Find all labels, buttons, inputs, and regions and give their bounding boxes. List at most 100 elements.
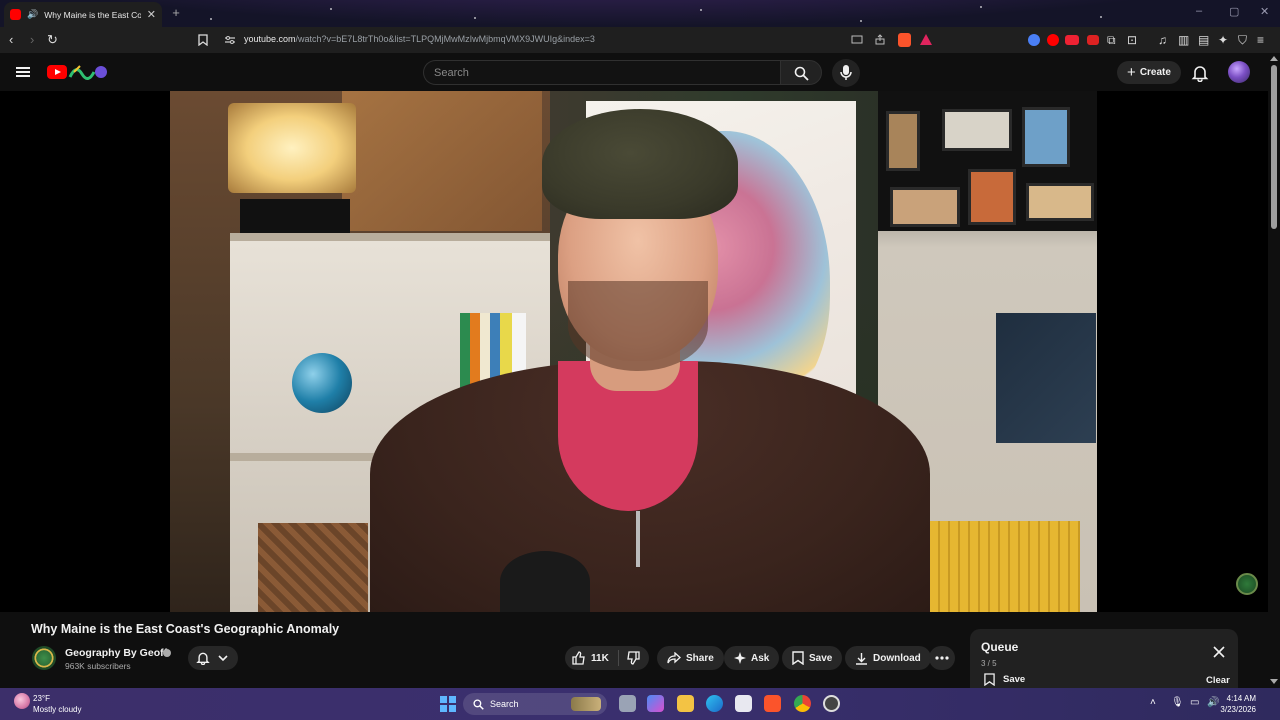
scroll-up-icon[interactable] xyxy=(1270,56,1278,61)
address-bar[interactable]: youtube.com/watch?v=bE7L8trTh0o&list=TLP… xyxy=(190,29,942,51)
like-button[interactable]: 11K xyxy=(565,646,618,670)
queue-position: 3 / 5 xyxy=(981,659,997,668)
like-dislike-group: 11K xyxy=(565,646,649,670)
microphone-icon xyxy=(840,65,852,80)
channel-name[interactable]: Geography By Geoff xyxy=(65,647,167,659)
more-horizontal-icon xyxy=(935,656,949,660)
browser-tab-active[interactable]: 🔊 Why Maine is the East Coast's... ✕ xyxy=(4,2,162,27)
youtube-favicon-icon xyxy=(10,9,21,20)
account-avatar[interactable] xyxy=(1228,61,1250,83)
close-window-icon[interactable]: ✕ xyxy=(1260,5,1269,18)
copilot-icon[interactable] xyxy=(647,695,664,712)
taskbar-search-label: Search xyxy=(490,699,519,709)
like-count: 11K xyxy=(591,652,609,664)
search-icon xyxy=(473,698,484,710)
show-hidden-icons-icon[interactable]: ˄ xyxy=(1150,697,1156,708)
search-input[interactable] xyxy=(423,60,780,85)
save-label: Save xyxy=(809,652,833,664)
ask-button[interactable]: Ask xyxy=(724,646,780,670)
audio-playing-icon[interactable]: 🔊 xyxy=(27,9,38,20)
chevron-down-icon xyxy=(218,655,228,662)
save-button[interactable]: Save xyxy=(782,646,843,670)
taskbar-time[interactable]: 4:14 AM xyxy=(1208,694,1256,703)
wallet-icon[interactable]: ▤ xyxy=(1198,32,1209,48)
youtube-masthead: + Create xyxy=(0,53,1280,91)
menu-icon[interactable]: ≡ xyxy=(1257,32,1264,48)
sidebar-icon[interactable]: ▥ xyxy=(1178,32,1189,48)
youtube-extension-icon[interactable] xyxy=(1047,34,1059,46)
vpn-icon[interactable]: ⛉ xyxy=(1238,32,1247,48)
ask-label: Ask xyxy=(751,652,770,664)
share-button[interactable]: Share xyxy=(657,646,724,670)
scroll-down-icon[interactable] xyxy=(1270,679,1278,684)
search-button[interactable] xyxy=(780,60,822,85)
new-tab-button[interactable]: + xyxy=(169,6,183,20)
minimize-icon[interactable]: – xyxy=(1196,5,1202,17)
close-icon[interactable] xyxy=(1212,645,1226,659)
verified-badge-icon xyxy=(163,649,171,657)
download-label: Download xyxy=(873,652,921,664)
url-path: /watch?v=bE7L8trTh0o&list=TLPQMjMwMzIwMj… xyxy=(295,34,595,44)
weather-description[interactable]: Mostly cloudy xyxy=(33,705,81,714)
leo-ai-icon[interactable]: ✦ xyxy=(1218,32,1228,48)
queue-clear-button[interactable]: Clear xyxy=(1206,675,1230,686)
site-settings-icon[interactable] xyxy=(224,35,236,45)
maximize-icon[interactable]: ▢ xyxy=(1229,5,1239,18)
microphone-tray-icon[interactable]: 🎙 xyxy=(1171,697,1184,708)
brave-shields-icon[interactable] xyxy=(898,33,911,47)
video-frame[interactable] xyxy=(170,91,1097,612)
more-actions-button[interactable] xyxy=(929,646,955,670)
start-button[interactable] xyxy=(440,696,456,712)
forward-icon[interactable]: › xyxy=(30,32,34,48)
media-icon[interactable]: ♫ xyxy=(1158,32,1167,48)
task-view-icon[interactable] xyxy=(619,695,636,712)
search-highlight-icon xyxy=(571,697,601,711)
extension-icon[interactable] xyxy=(1028,34,1040,46)
video-title: Why Maine is the East Coast's Geographic… xyxy=(31,622,340,636)
brave-rewards-icon[interactable] xyxy=(920,34,932,45)
reload-icon[interactable]: ↻ xyxy=(47,32,58,48)
brave-browser-icon[interactable] xyxy=(764,695,781,712)
subscription-bell-button[interactable] xyxy=(188,646,238,670)
bell-icon xyxy=(196,652,210,665)
tab-title: Why Maine is the East Coast's... xyxy=(44,9,141,20)
video-player[interactable] xyxy=(0,91,1268,612)
tab-close-icon[interactable]: ✕ xyxy=(147,8,156,21)
notifications-bell-icon[interactable] xyxy=(1191,64,1209,82)
screenshot-icon[interactable]: ⊡ xyxy=(1127,32,1137,48)
youtube-doodle-logo[interactable] xyxy=(68,62,108,82)
dislike-button[interactable] xyxy=(619,646,649,670)
share-label: Share xyxy=(686,652,714,664)
channel-watermark-icon[interactable] xyxy=(1236,573,1258,595)
back-icon[interactable]: ‹ xyxy=(9,32,13,48)
file-explorer-icon[interactable] xyxy=(677,695,694,712)
share-icon xyxy=(667,652,681,664)
voice-search-button[interactable] xyxy=(832,59,860,87)
cast-icon[interactable] xyxy=(851,35,863,45)
download-button[interactable]: Download xyxy=(845,646,931,670)
bookmark-icon[interactable] xyxy=(198,34,208,46)
save-bookmark-icon xyxy=(984,673,995,686)
page-scrollbar[interactable] xyxy=(1268,53,1280,688)
extension-icon[interactable] xyxy=(1087,35,1099,45)
active-app-icon[interactable] xyxy=(823,695,840,712)
edge-icon[interactable] xyxy=(706,695,723,712)
taskbar-date[interactable]: 3/23/2026 xyxy=(1199,705,1256,714)
chrome-icon[interactable] xyxy=(794,695,811,712)
taskbar-search[interactable]: Search xyxy=(463,693,607,715)
guide-menu-icon[interactable] xyxy=(16,67,30,77)
weather-icon[interactable] xyxy=(14,693,30,709)
weather-temperature[interactable]: 23°F xyxy=(33,694,50,703)
share-page-icon[interactable] xyxy=(874,34,886,46)
channel-avatar[interactable] xyxy=(32,646,56,670)
url-text: youtube.com/watch?v=bE7L8trTh0o&list=TLP… xyxy=(244,34,595,44)
extensions-puzzle-icon[interactable]: ⧉ xyxy=(1107,32,1116,48)
queue-save-button[interactable]: Save xyxy=(984,673,1025,686)
create-button[interactable]: + Create xyxy=(1117,61,1181,84)
create-label: Create xyxy=(1139,67,1171,78)
microsoft-store-icon[interactable] xyxy=(735,695,752,712)
youtube-logo[interactable] xyxy=(47,65,67,79)
scrollbar-thumb[interactable] xyxy=(1271,65,1277,229)
url-host: youtube.com xyxy=(244,34,296,44)
extension-icon[interactable] xyxy=(1065,35,1079,45)
